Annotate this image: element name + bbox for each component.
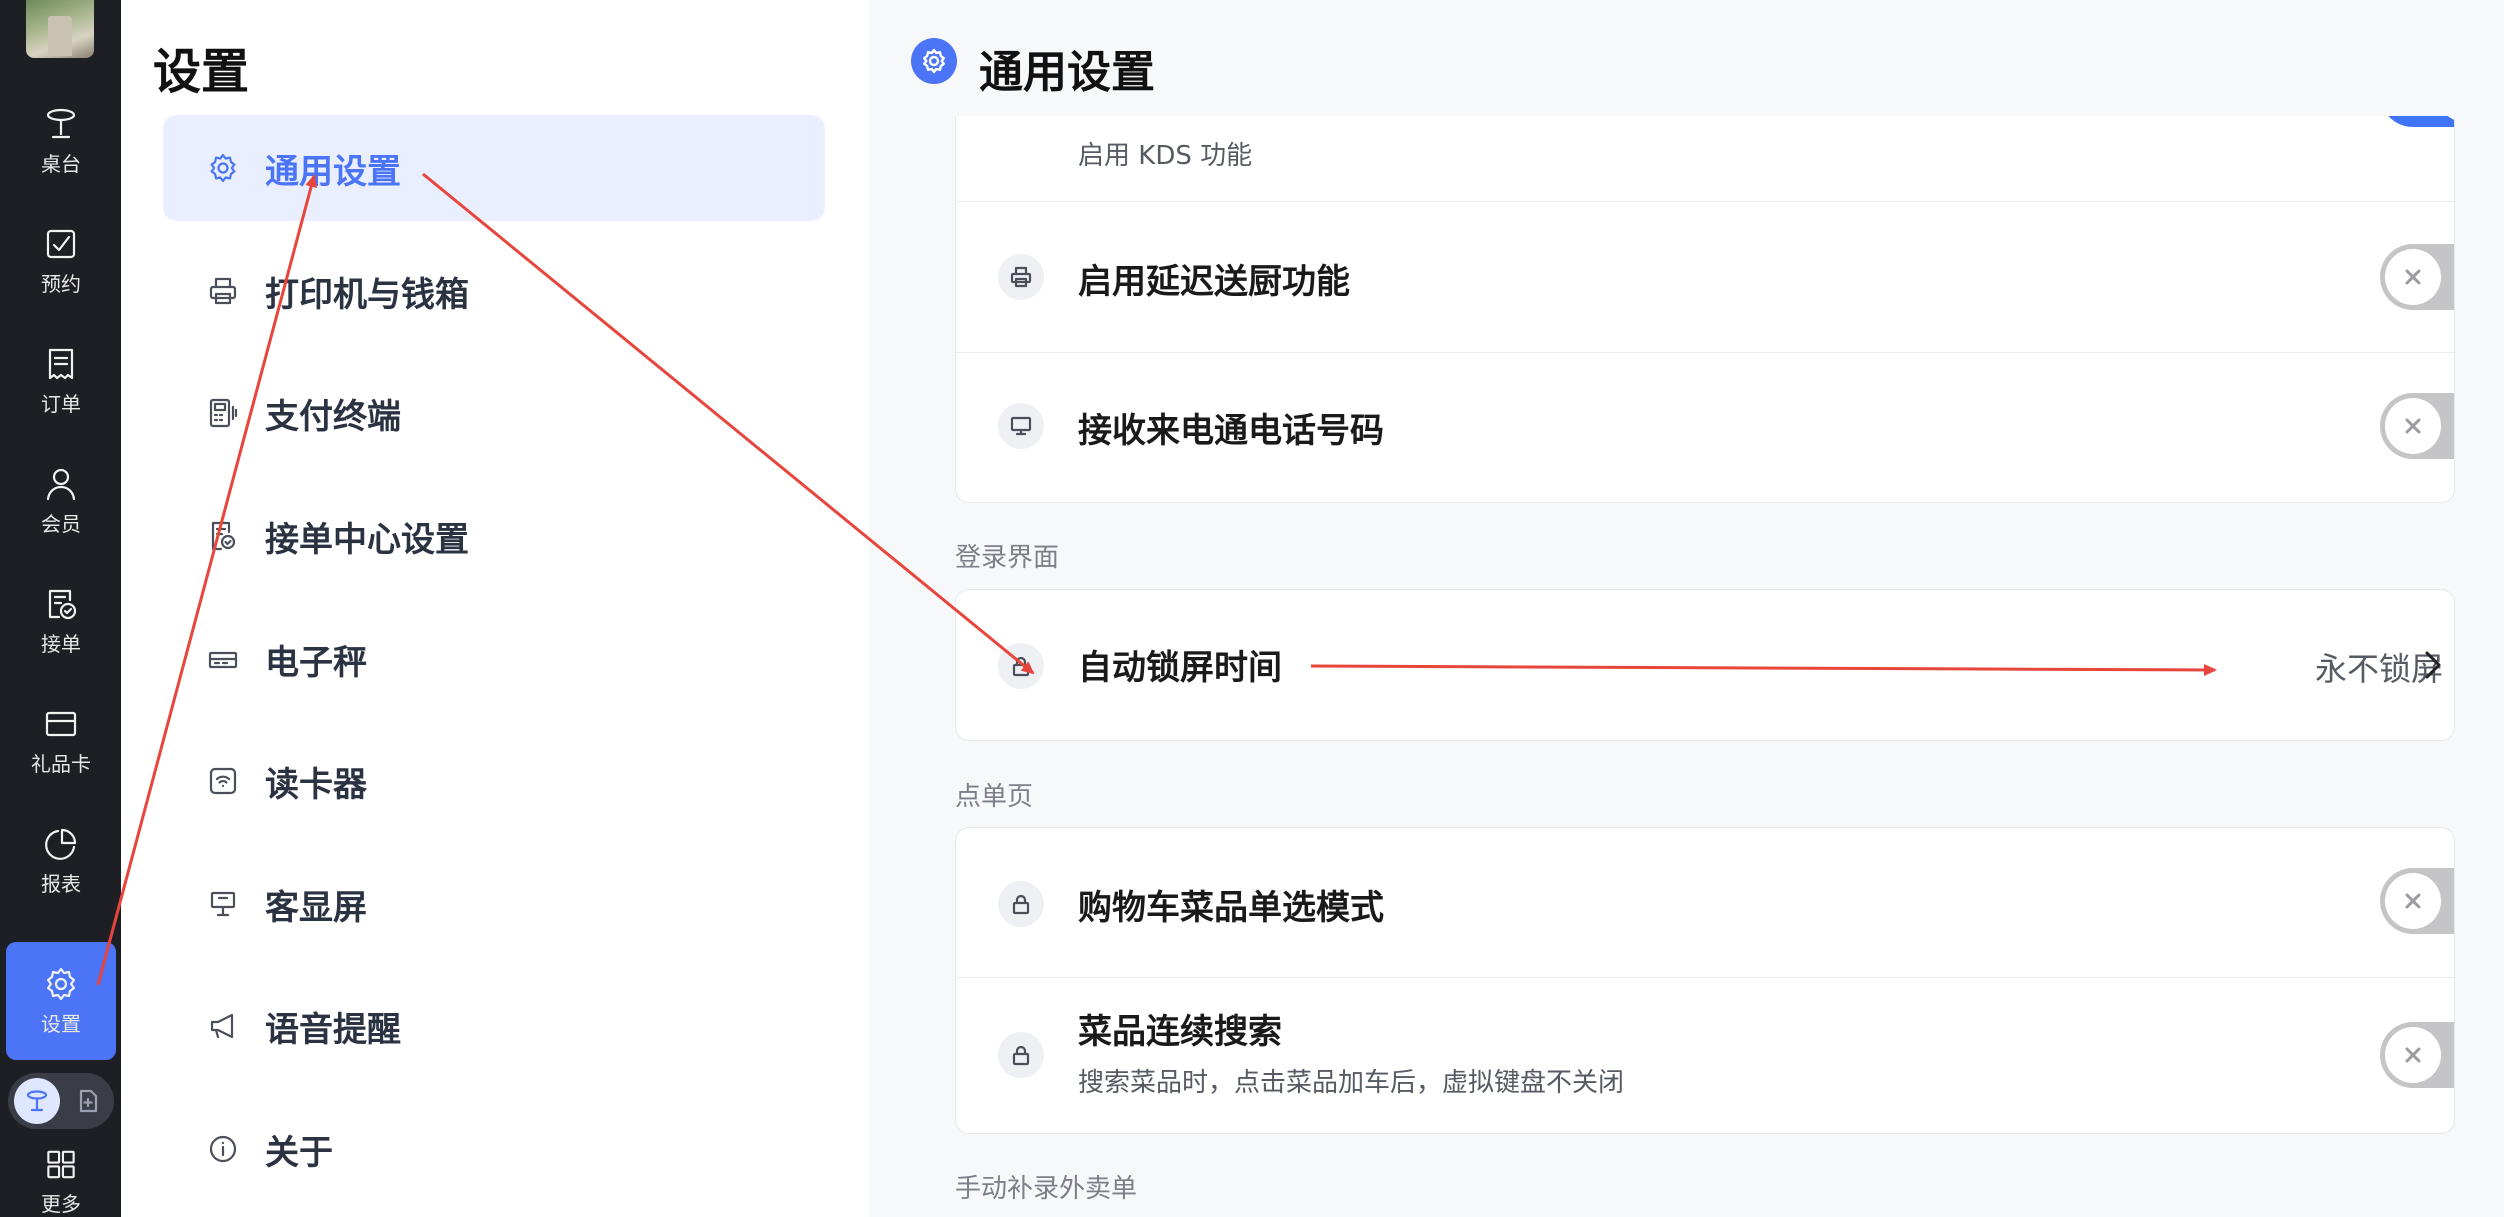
printer-icon	[209, 277, 237, 305]
megaphone-icon	[210, 1013, 234, 1039]
mode-switch-active[interactable]	[14, 1078, 60, 1124]
person-icon	[46, 468, 76, 500]
general-settings-panel[interactable]: 通用设置 启用 KDS 功能 启用延迟送厨功能 接收来电通电话号码 登录界面 自…	[869, 0, 2504, 1217]
lock-icon	[998, 881, 1044, 927]
receipt-icon	[48, 348, 74, 379]
store-avatar[interactable]	[26, 0, 94, 58]
rail-item-settings[interactable]: 设置	[6, 942, 116, 1060]
panel-title: 通用设置	[979, 47, 1155, 98]
rail-item-reports[interactable]: 报表	[6, 802, 116, 920]
section-label-order-page: 点单页	[955, 782, 1034, 812]
setting-row-delay-kitchen: 启用延迟送厨功能	[956, 202, 2454, 353]
mode-switch-other[interactable]	[70, 1083, 106, 1119]
delay-kitchen-toggle[interactable]	[2380, 244, 2454, 310]
close-icon	[2405, 1047, 2421, 1063]
menu-item-order-center[interactable]: 接单中心设置	[163, 483, 825, 589]
close-icon	[2405, 418, 2421, 434]
rail-item-members[interactable]: 会员	[6, 442, 116, 560]
general-options-card: 启用 KDS 功能 启用延迟送厨功能 接收来电通电话号码	[955, 70, 2455, 503]
setting-row-continuous-search: 菜品连续搜索 搜索菜品时，点击菜品加车后，虚拟键盘不关闭	[956, 978, 2454, 1133]
card-reader-icon	[209, 767, 237, 795]
setting-row-caller-id: 接收来电通电话号码	[956, 353, 2454, 502]
menu-item-payment-terminal[interactable]: 支付终端	[163, 360, 825, 466]
menu-item-voice-alert[interactable]: 语音提醒	[163, 973, 825, 1079]
gear-icon	[46, 967, 76, 1000]
rail-item-tables[interactable]: 桌台	[6, 82, 116, 200]
monitor-icon	[998, 403, 1044, 449]
order-center-icon	[211, 521, 236, 551]
menu-item-about[interactable]: 关于	[163, 1096, 825, 1202]
section-label-manual-delivery: 手动补录外卖单	[955, 1174, 1138, 1204]
menu-item-printer[interactable]: 打印机与钱箱	[163, 238, 825, 344]
section-label-login: 登录界面	[955, 543, 1060, 573]
close-icon	[2405, 269, 2421, 285]
login-options-card: 自动锁屏时间 永不锁屏	[955, 589, 2455, 741]
lock-icon	[998, 643, 1044, 689]
gear-icon	[911, 38, 957, 84]
gear-icon	[210, 153, 236, 183]
payment-terminal-icon	[209, 398, 238, 428]
close-icon	[2405, 893, 2421, 909]
order-accept-icon	[48, 589, 77, 619]
rail-item-more[interactable]: 更多	[6, 1135, 116, 1217]
order-page-options-card: 购物车菜品单选模式 菜品连续搜索 搜索菜品时，点击菜品加车后，虚拟键盘不关闭	[955, 827, 2455, 1134]
menu-item-scale[interactable]: 电子秤	[163, 606, 825, 712]
table-icon	[46, 108, 76, 138]
caller-id-toggle[interactable]	[2380, 393, 2454, 459]
panel-header: 通用设置	[869, 0, 2504, 116]
gift-card-icon	[45, 711, 77, 736]
menu-item-card-reader[interactable]: 读卡器	[163, 728, 825, 834]
pie-chart-icon	[45, 828, 77, 860]
continuous-search-toggle[interactable]	[2380, 1022, 2454, 1088]
file-add-icon	[79, 1089, 98, 1113]
setting-row-auto-lock[interactable]: 自动锁屏时间 永不锁屏	[956, 590, 2454, 740]
setting-row-cart-single-select: 购物车菜品单选模式	[956, 828, 2454, 978]
grid-icon	[47, 1150, 75, 1179]
rail-item-accept-orders[interactable]: 接单	[6, 562, 116, 680]
settings-menu: 设置 通用设置 打印机与钱箱 支付终端 接单中心设置 电子秤 读卡器 客显屏 语…	[121, 0, 869, 1217]
left-nav-rail: 桌台 预约 订单 会员 接单 礼品卡 报表 设置 更多	[0, 0, 121, 1217]
menu-item-customer-display[interactable]: 客显屏	[163, 851, 825, 957]
rail-item-orders[interactable]: 订单	[6, 322, 116, 440]
scale-icon	[208, 651, 238, 669]
info-icon	[209, 1135, 237, 1163]
menu-item-general[interactable]: 通用设置	[163, 115, 825, 221]
mode-switch[interactable]	[8, 1073, 114, 1129]
lock-icon	[998, 1032, 1044, 1078]
table-icon	[26, 1090, 48, 1112]
customer-display-icon	[210, 891, 236, 917]
cart-single-select-toggle[interactable]	[2380, 868, 2454, 934]
chevron-right-icon	[2425, 651, 2441, 679]
settings-title: 设置	[153, 44, 250, 100]
rail-item-reservation[interactable]: 预约	[6, 202, 116, 320]
rail-item-gift-card[interactable]: 礼品卡	[6, 682, 116, 800]
printer-icon	[998, 254, 1044, 300]
calendar-check-icon	[46, 229, 76, 258]
